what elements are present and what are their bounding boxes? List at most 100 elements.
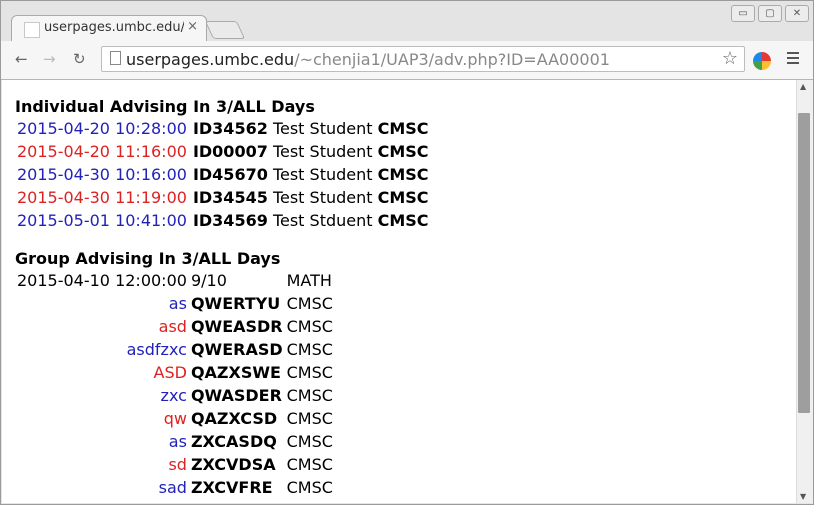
address-bar[interactable]: userpages.umbc.edu/~chenjia1/UAP3/adv.ph… (101, 46, 745, 72)
group-member-row: ASD QAZXSWE CMSC (15, 361, 335, 384)
browser-window: userpages.umbc.edu/ × ▭ ▢ ✕ ← → ↻ userpa… (0, 0, 814, 505)
member-id: QWEASDR (190, 317, 283, 336)
url-text[interactable]: userpages.umbc.edu/~chenjia1/UAP3/adv.ph… (126, 50, 610, 69)
member-dept: CMSC (286, 317, 333, 336)
page-icon (110, 51, 121, 65)
member-dept: CMSC (286, 409, 333, 428)
student-id: ID34562 (192, 119, 268, 138)
member-id: QAZXSWE (190, 363, 281, 382)
session-datetime: 2015-04-10 12:00:00 (17, 271, 187, 290)
member-name: as (168, 294, 187, 313)
student-id: ID34545 (192, 188, 268, 207)
student-dept: CMSC (377, 142, 429, 161)
member-id: QWASDER (190, 386, 282, 405)
individual-row: 2015-04-20 10:28:00 ID34562 Test Student … (15, 117, 431, 140)
student-name: Test Student (272, 119, 373, 138)
appointment-datetime: 2015-04-30 10:16:00 (17, 165, 187, 184)
student-name: Test Student (272, 188, 373, 207)
tab-active[interactable]: userpages.umbc.edu/ × (11, 15, 207, 43)
member-name: asdfzxc (126, 340, 187, 359)
appointment-datetime: 2015-04-30 11:19:00 (17, 188, 187, 207)
tab-close-icon[interactable]: × (187, 19, 198, 34)
group-member-row: zxc QWASDER CMSC (15, 384, 335, 407)
maximize-button[interactable]: ▢ (758, 5, 782, 22)
student-dept: CMSC (377, 211, 429, 230)
member-name: sd (168, 455, 187, 474)
individual-table: 2015-04-20 10:28:00 ID34562 Test Student … (15, 117, 431, 232)
student-name: Test Student (272, 142, 373, 161)
member-name: sad (158, 478, 187, 497)
vertical-scrollbar[interactable]: ▲ ▼ (796, 80, 813, 503)
student-dept: CMSC (377, 188, 429, 207)
member-dept: CMSC (286, 455, 333, 474)
member-dept: CMSC (286, 363, 333, 382)
window-controls: ▭ ▢ ✕ (731, 5, 809, 22)
group-member-row: qw QAZXCSD CMSC (15, 407, 335, 430)
page-content: Individual Advising In 3/ALL Days 2015-0… (15, 96, 431, 499)
reload-icon[interactable]: ↻ (73, 50, 86, 68)
appointment-datetime: 2015-04-20 11:16:00 (17, 142, 187, 161)
scroll-down-arrow-icon[interactable]: ▼ (800, 492, 806, 501)
student-name: Test Student (272, 165, 373, 184)
member-dept: CMSC (286, 432, 333, 451)
group-member-row: asd QWEASDR CMSC (15, 315, 335, 338)
member-id: QWERASD (190, 340, 283, 359)
member-id: ZXCVFRE (190, 478, 273, 497)
session-count: 9/10 (190, 271, 227, 290)
student-id: ID34569 (192, 211, 268, 230)
student-id: ID45670 (192, 165, 268, 184)
minimize-button[interactable]: ▭ (731, 5, 755, 22)
scroll-up-arrow-icon[interactable]: ▲ (800, 82, 806, 91)
student-name: Test Stduent (272, 211, 373, 230)
close-window-button[interactable]: ✕ (785, 5, 809, 22)
member-name: asd (158, 317, 187, 336)
group-member-row: as ZXCASDQ CMSC (15, 430, 335, 453)
back-arrow-icon[interactable]: ← (15, 50, 28, 68)
url-host: userpages.umbc.edu (126, 50, 295, 69)
tab-title: userpages.umbc.edu/ (44, 20, 184, 35)
student-id-name: ID00007 Test Student CMSC (191, 140, 431, 163)
member-dept: CMSC (286, 340, 333, 359)
member-dept: CMSC (286, 478, 333, 497)
member-dept: CMSC (286, 294, 333, 313)
new-tab-button[interactable] (204, 21, 246, 39)
member-id: ZXCVDSA (190, 455, 276, 474)
member-name: ASD (153, 363, 187, 382)
page-viewport: Individual Advising In 3/ALL Days 2015-0… (2, 80, 796, 503)
bookmark-star-icon[interactable]: ☆ (722, 48, 738, 69)
member-id: QAZXCSD (190, 409, 278, 428)
member-name: qw (163, 409, 187, 428)
browser-toolbar: ← → ↻ userpages.umbc.edu/~chenjia1/UAP3/… (1, 41, 813, 80)
group-session-row: 2015-04-10 12:00:00 9/10 MATH (15, 269, 335, 292)
individual-heading: Individual Advising In 3/ALL Days (15, 97, 315, 116)
individual-row: 2015-05-01 10:41:00 ID34569 Test Stduent … (15, 209, 431, 232)
group-table: 2015-04-10 12:00:00 9/10 MATH as QWERTYU C… (15, 269, 335, 499)
appointment-datetime: 2015-04-20 10:28:00 (17, 119, 187, 138)
individual-row: 2015-04-30 10:16:00 ID45670 Test Student … (15, 163, 431, 186)
group-member-row: as QWERTYU CMSC (15, 292, 335, 315)
group-member-row: asdfzxc QWERASD CMSC (15, 338, 335, 361)
session-dept: MATH (286, 271, 332, 290)
student-id-name: ID34562 Test Student CMSC (191, 117, 431, 140)
appointment-datetime: 2015-05-01 10:41:00 (17, 211, 187, 230)
member-id: ZXCASDQ (190, 432, 277, 451)
student-dept: CMSC (377, 119, 429, 138)
member-id: QWERTYU (190, 294, 281, 313)
group-member-row: sad ZXCVFRE CMSC (15, 476, 335, 499)
student-dept: CMSC (377, 165, 429, 184)
url-path: /~chenjia1/UAP3/adv.php?ID=AA00001 (294, 50, 610, 69)
member-name: zxc (160, 386, 187, 405)
member-dept: CMSC (286, 386, 333, 405)
student-id-name: ID45670 Test Student CMSC (191, 163, 431, 186)
extension-icon[interactable] (753, 52, 771, 70)
student-id: ID00007 (192, 142, 268, 161)
tab-strip: userpages.umbc.edu/ × ▭ ▢ ✕ (1, 1, 813, 43)
group-heading: Group Advising In 3/ALL Days (15, 249, 281, 268)
group-member-row: sd ZXCVDSA CMSC (15, 453, 335, 476)
menu-hamburger-icon[interactable] (787, 52, 799, 64)
scrollbar-thumb[interactable] (798, 113, 810, 413)
forward-arrow-icon[interactable]: → (43, 50, 56, 68)
member-name: as (168, 432, 187, 451)
individual-row: 2015-04-30 11:19:00 ID34545 Test Student … (15, 186, 431, 209)
student-id-name: ID34569 Test Stduent CMSC (191, 209, 431, 232)
